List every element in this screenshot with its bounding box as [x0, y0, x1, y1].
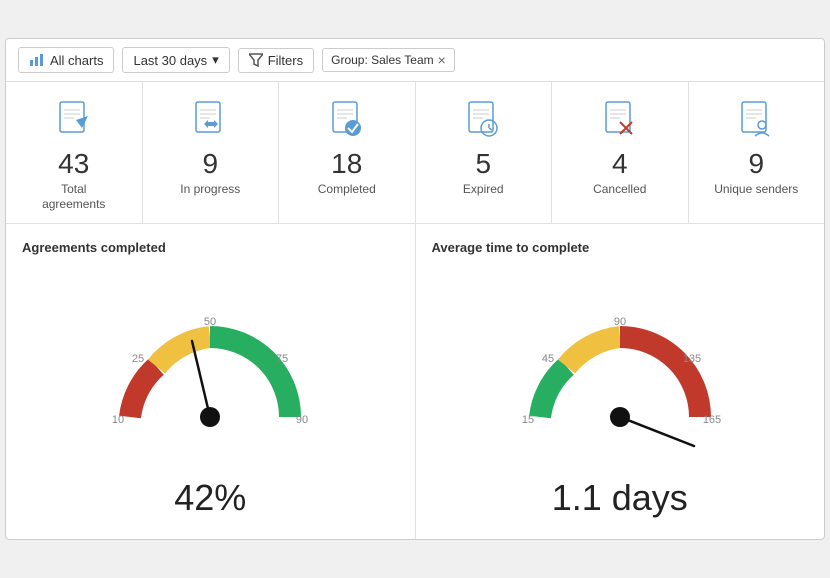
stat-number-cancelled: 4	[612, 150, 628, 178]
svg-text:75: 75	[276, 353, 288, 365]
stat-number-completed: 18	[331, 150, 362, 178]
charts-icon	[29, 52, 45, 68]
svg-text:45: 45	[542, 353, 554, 365]
filters-button[interactable]: Filters	[238, 48, 314, 73]
chart-panel-avgtime: Average time to complete 15 45 90 135 16…	[416, 224, 825, 539]
chart-title-agreements: Agreements completed	[22, 240, 399, 255]
gauge-svg-agreements: 10 25 50 75 90	[40, 267, 380, 487]
svg-text:10: 10	[112, 414, 124, 426]
all-charts-label: All charts	[50, 53, 103, 68]
stats-row: 43 Totalagreements 9 In progress	[6, 82, 824, 224]
stat-label-expired: Expired	[463, 182, 504, 196]
stat-card-cancelled: 4 Cancelled	[552, 82, 689, 223]
svg-text:25: 25	[132, 353, 144, 365]
group-filter-tag: Group: Sales Team ×	[322, 48, 455, 72]
group-tag-label: Group: Sales Team	[331, 53, 434, 67]
check-icon	[325, 98, 369, 142]
chart-area-agreements: 10 25 50 75 90	[22, 267, 399, 519]
stat-number-progress: 9	[202, 150, 218, 178]
svg-text:90: 90	[296, 414, 308, 426]
stat-card-unique-senders: 9 Unique senders	[689, 82, 825, 223]
stat-card-in-progress: 9 In progress	[143, 82, 280, 223]
svg-text:165: 165	[703, 414, 721, 426]
svg-text:135: 135	[683, 353, 701, 365]
chevron-down-icon: ▾	[212, 52, 219, 68]
date-range-label: Last 30 days	[133, 53, 207, 68]
toolbar: All charts Last 30 days ▾ Filters Group:…	[6, 39, 824, 82]
filters-label: Filters	[268, 53, 303, 68]
x-icon	[598, 98, 642, 142]
date-range-button[interactable]: Last 30 days ▾	[122, 47, 229, 73]
stat-number-senders: 9	[748, 150, 764, 178]
svg-text:15: 15	[522, 414, 534, 426]
person-icon	[734, 98, 778, 142]
stat-card-expired: 5 Expired	[416, 82, 553, 223]
stat-number-total: 43	[58, 150, 89, 178]
remove-filter-button[interactable]: ×	[438, 52, 446, 68]
stat-card-total-agreements: 43 Totalagreements	[6, 82, 143, 223]
stat-label-progress: In progress	[180, 182, 240, 196]
chart-panel-agreements: Agreements completed	[6, 224, 416, 539]
main-container: All charts Last 30 days ▾ Filters Group:…	[5, 38, 825, 540]
arrows-icon	[188, 98, 232, 142]
stat-number-expired: 5	[475, 150, 491, 178]
filter-icon	[249, 53, 263, 67]
charts-row: Agreements completed	[6, 224, 824, 539]
stat-label-completed: Completed	[318, 182, 376, 196]
gauge-value-avgtime: 1.1 days	[552, 477, 688, 519]
stat-card-completed: 18 Completed	[279, 82, 416, 223]
stat-label-total: Totalagreements	[42, 182, 105, 211]
svg-text:90: 90	[614, 316, 626, 328]
all-charts-button[interactable]: All charts	[18, 47, 114, 73]
clock-icon	[461, 98, 505, 142]
gauge-value-agreements: 42%	[174, 477, 246, 519]
stat-label-cancelled: Cancelled	[593, 182, 646, 196]
stat-label-senders: Unique senders	[714, 182, 798, 196]
chart-title-avgtime: Average time to complete	[432, 240, 809, 255]
svg-text:50: 50	[204, 316, 216, 328]
gauge-svg-avgtime: 15 45 90 135 165	[450, 267, 790, 487]
send-icon	[52, 98, 96, 142]
chart-area-avgtime: 15 45 90 135 165 1.1 days	[432, 267, 809, 519]
